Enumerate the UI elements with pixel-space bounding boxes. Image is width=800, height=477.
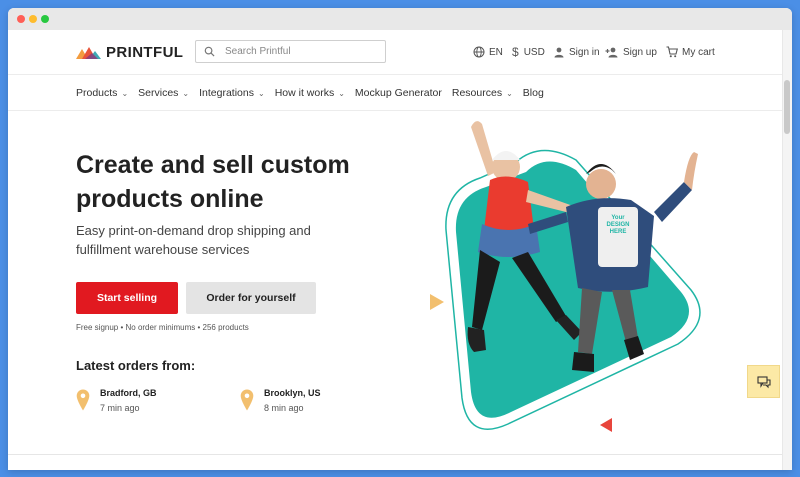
nav-item-services[interactable]: Services ⌄ bbox=[138, 87, 189, 99]
order-item: Brooklyn, US 8 min ago bbox=[240, 388, 321, 413]
yellow-triangle-shape bbox=[430, 294, 444, 310]
title-bar bbox=[8, 8, 792, 30]
section-divider bbox=[8, 454, 782, 455]
nav-item-mockup-generator[interactable]: Mockup Generator bbox=[355, 87, 442, 99]
chevron-down-icon: ⌄ bbox=[121, 88, 129, 98]
minimize-window-button[interactable] bbox=[29, 15, 37, 23]
hero-title-line: Create and sell custom bbox=[76, 151, 350, 179]
logo-mark-icon bbox=[76, 47, 101, 59]
nav-item-label: Integrations bbox=[199, 87, 254, 99]
nav-item-label: Mockup Generator bbox=[354, 87, 442, 99]
hero-subtitle-line: Easy print-on-demand drop shipping and bbox=[76, 223, 311, 238]
nav-item-label: Services bbox=[138, 87, 179, 99]
search-input[interactable] bbox=[225, 46, 375, 57]
sign-in-label: Sign in bbox=[569, 46, 600, 58]
hero-title: Create and sell custom products online bbox=[76, 148, 396, 216]
add-user-icon bbox=[605, 47, 618, 58]
hero-illustration bbox=[430, 121, 701, 432]
order-item: Bradford, GB 7 min ago bbox=[76, 388, 157, 413]
nav-item-blog[interactable]: Blog bbox=[523, 87, 544, 99]
order-time: 7 min ago bbox=[100, 403, 140, 413]
brand-name: PRINTFUL bbox=[106, 43, 184, 61]
latest-orders-title: Latest orders from: bbox=[76, 358, 196, 373]
search-icon bbox=[204, 46, 215, 57]
nav-divider bbox=[8, 110, 782, 111]
chat-button[interactable] bbox=[747, 365, 780, 398]
nav-item-how-it-works[interactable]: How it works ⌄ bbox=[275, 87, 345, 99]
hero-subtitle-line: fulfillment warehouse services bbox=[76, 242, 250, 257]
language-label: EN bbox=[489, 46, 503, 58]
cart-label: My cart bbox=[682, 46, 715, 58]
order-city: Brooklyn, US bbox=[264, 388, 321, 398]
chevron-down-icon: ⌄ bbox=[338, 88, 345, 98]
nav-item-products[interactable]: Products ⌄ bbox=[76, 87, 128, 99]
nav-item-label: Resources bbox=[451, 87, 503, 99]
signup-fineprint: Free signup • No order minimums • 256 pr… bbox=[76, 323, 249, 332]
vertical-scrollbar[interactable] bbox=[782, 30, 792, 470]
order-city: Bradford, GB bbox=[100, 388, 157, 398]
maximize-window-button[interactable] bbox=[41, 15, 49, 23]
sign-in-link[interactable]: Sign in bbox=[553, 45, 600, 59]
user-icon bbox=[554, 47, 564, 58]
shirt-design-text: Your DESIGN HERE bbox=[606, 215, 630, 235]
order-for-yourself-button[interactable]: Order for yourself bbox=[186, 282, 316, 314]
chevron-down-icon: ⌄ bbox=[257, 88, 265, 98]
nav-item-resources[interactable]: Resources ⌄ bbox=[452, 87, 513, 99]
location-pin-icon bbox=[76, 389, 90, 411]
cart-icon bbox=[666, 46, 678, 58]
nav-item-label: Products bbox=[76, 87, 118, 99]
chat-icon bbox=[756, 375, 771, 388]
language-selector[interactable]: EN bbox=[473, 45, 503, 59]
brand-logo[interactable]: PRINTFUL bbox=[76, 42, 183, 62]
hero-title-line: products online bbox=[76, 185, 264, 213]
chevron-down-icon: ⌄ bbox=[506, 88, 513, 98]
location-pin-icon bbox=[240, 389, 254, 411]
globe-icon bbox=[473, 46, 485, 58]
currency-selector[interactable]: $ USD bbox=[512, 45, 545, 59]
cart-link[interactable]: My cart bbox=[666, 45, 715, 59]
main-navigation: Products ⌄ Services ⌄ Integrations ⌄ How it… bbox=[76, 86, 554, 100]
nav-item-label: Blog bbox=[522, 87, 544, 99]
header-divider bbox=[8, 74, 782, 75]
sign-up-link[interactable]: Sign up bbox=[605, 45, 657, 59]
chevron-down-icon: ⌄ bbox=[182, 88, 190, 98]
start-selling-button[interactable]: Start selling bbox=[76, 282, 178, 314]
currency-label: USD bbox=[523, 46, 545, 58]
browser-window: PRINTFUL EN $ USD Sign in bbox=[8, 8, 792, 470]
search-box[interactable] bbox=[195, 40, 386, 63]
sign-up-label: Sign up bbox=[623, 46, 657, 58]
scrollbar-thumb[interactable] bbox=[784, 80, 790, 134]
nav-item-integrations[interactable]: Integrations ⌄ bbox=[199, 87, 265, 99]
red-triangle-shape bbox=[600, 418, 612, 432]
order-time: 8 min ago bbox=[264, 403, 304, 413]
dollar-icon: $ bbox=[512, 45, 519, 59]
hero-subtitle: Easy print-on-demand drop shipping and f… bbox=[76, 221, 356, 259]
nav-item-label: How it works bbox=[274, 87, 335, 99]
close-window-button[interactable] bbox=[17, 15, 25, 23]
